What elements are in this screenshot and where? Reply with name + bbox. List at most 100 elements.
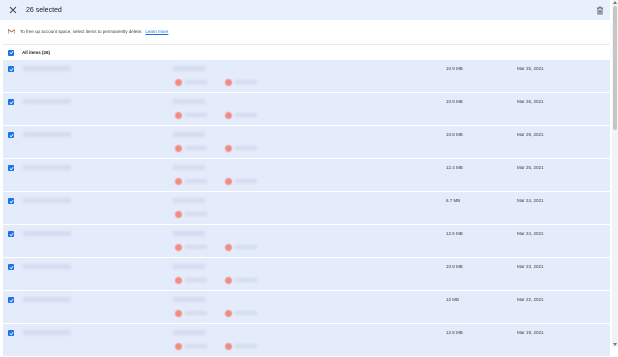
sender-redacted [23,264,71,269]
attachment-chip[interactable] [225,243,257,251]
list-item[interactable]: 12.8 MB Mar 19, 2021 [3,324,610,357]
scrollbar[interactable] [612,0,618,347]
row-checkbox[interactable] [8,66,14,72]
attachment-chip[interactable] [175,210,207,218]
row-checkbox[interactable] [8,330,14,336]
selected-count-title: 26 selected [26,6,62,14]
row-checkbox[interactable] [8,165,14,171]
item-date: Mar 24, 2021 [517,198,544,203]
attachment-name-redacted [235,113,257,117]
attachment-icon [175,342,182,350]
attachment-icon [225,177,232,185]
subject-redacted [173,264,205,269]
attachment-icon [225,78,232,86]
checkbox-checked-icon [9,298,13,302]
attachment-icon [225,309,232,317]
attachment-icon [225,243,232,251]
item-date: Mar 23, 2021 [517,264,544,269]
list-item[interactable]: 6.7 MB Mar 24, 2021 [3,192,610,225]
item-size: 10.9 MB [446,66,463,71]
attachment-name-redacted [185,146,207,150]
attachment-chip[interactable] [225,342,257,350]
list-item[interactable]: 12.4 MB Mar 25, 2021 [3,159,610,192]
list-item[interactable]: 12 MB Mar 22, 2021 [3,291,610,324]
item-size: 6.7 MB [446,198,461,203]
row-checkbox[interactable] [8,297,14,303]
attachment-chip[interactable] [175,342,207,350]
attachment-icon [225,111,232,119]
list-item[interactable]: 10.9 MB Mar 25, 2021 [3,60,610,93]
item-date: Mar 24, 2021 [517,231,544,236]
checkbox-checked-icon [9,50,13,55]
sender-redacted [23,297,71,302]
select-all-checkbox[interactable] [8,49,14,56]
attachment-name-redacted [235,80,257,84]
learn-more-link[interactable]: Learn more [145,29,168,34]
subject-redacted [173,99,205,104]
attachment-chip[interactable] [225,78,257,86]
delete-icon [597,6,603,14]
subject-redacted [173,132,205,137]
scrollbar-thumb[interactable] [613,6,617,130]
list-item[interactable]: 10.8 MB Mar 29, 2021 [3,126,610,159]
attachment-name-redacted [235,179,257,183]
attachment-chip[interactable] [225,111,257,119]
attachment-chip[interactable] [175,276,207,284]
item-size: 12.4 MB [446,165,463,170]
sender-redacted [23,198,71,203]
attachment-chip[interactable] [175,309,207,317]
subject-redacted [173,165,205,170]
item-size: 12.5 MB [446,231,463,236]
attachment-chip[interactable] [225,276,257,284]
attachment-chip[interactable] [175,111,207,119]
sender-redacted [23,330,71,335]
subject-redacted [173,297,205,302]
close-button[interactable] [7,4,19,16]
attachment-icon [225,342,232,350]
list-item[interactable]: 10.9 MB Mar 26, 2021 [3,93,610,126]
subject-redacted [173,66,205,71]
scroll-down-arrow[interactable] [613,343,617,346]
row-checkbox[interactable] [8,132,14,138]
checkbox-checked-icon [9,67,13,71]
delete-button[interactable] [594,4,606,16]
attachment-icon [225,276,232,284]
list-item[interactable]: 12.5 MB Mar 24, 2021 [3,225,610,258]
checkbox-checked-icon [9,232,13,236]
list-item[interactable]: 10.9 MB Mar 23, 2021 [3,258,610,291]
attachment-name-redacted [235,278,257,282]
row-checkbox[interactable] [8,198,14,204]
attachment-name-redacted [185,179,207,183]
checkbox-checked-icon [9,166,13,170]
row-checkbox[interactable] [8,264,14,270]
select-all-bar: All items (26) [3,44,610,60]
attachment-icon [175,243,182,251]
sender-redacted [23,66,71,71]
attachment-chip[interactable] [225,309,257,317]
attachment-name-redacted [235,311,257,315]
attachment-chip[interactable] [175,243,207,251]
attachment-chip[interactable] [175,144,207,152]
attachment-icon [175,111,182,119]
row-checkbox[interactable] [8,231,14,237]
attachment-chip[interactable] [225,144,257,152]
attachment-name-redacted [185,245,207,249]
attachment-name-redacted [235,344,257,348]
subject-redacted [173,231,205,236]
attachment-name-redacted [235,245,257,249]
attachment-icon [175,177,182,185]
attachment-name-redacted [185,278,207,282]
sender-redacted [23,231,71,236]
all-items-label: All items (26) [22,50,51,55]
row-checkbox[interactable] [8,99,14,105]
attachment-icon [175,309,182,317]
scroll-up-arrow[interactable] [613,1,617,4]
checkbox-checked-icon [9,265,13,269]
item-date: Mar 29, 2021 [517,132,544,137]
attachment-chip[interactable] [175,78,207,86]
subject-redacted [173,198,205,203]
attachment-chip[interactable] [225,177,257,185]
attachment-chip[interactable] [175,177,207,185]
item-size: 10.8 MB [446,132,463,137]
attachment-icon [175,78,182,86]
